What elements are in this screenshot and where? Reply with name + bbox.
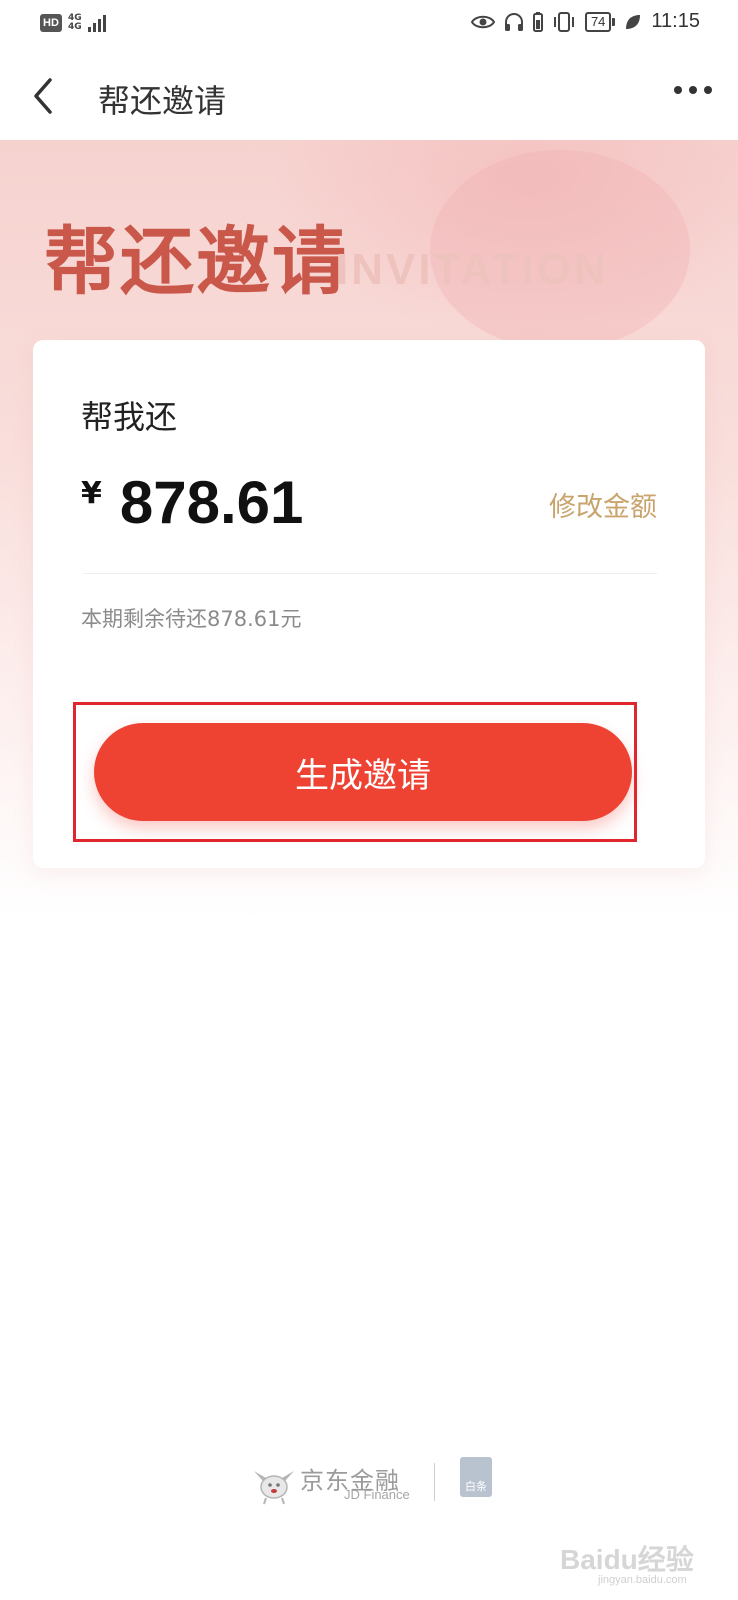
brand-name-en: JD Finance xyxy=(344,1487,410,1502)
repay-card: 帮我还 ¥ 878.61 修改金额 本期剩余待还878.61元 生成邀请 xyxy=(33,340,705,868)
hero-subtitle: INVITATION xyxy=(336,245,609,294)
modify-amount-link[interactable]: 修改金额 xyxy=(549,485,657,524)
currency-symbol: ¥ xyxy=(81,476,102,511)
back-button[interactable] xyxy=(28,74,62,118)
more-dot xyxy=(704,86,712,94)
watermark-url: jingyan.baidu.com xyxy=(598,1574,687,1586)
amount-value: 878.61 xyxy=(119,469,304,536)
watermark: Baidu经验 xyxy=(560,1544,694,1575)
more-dot xyxy=(674,86,682,94)
network-type: 4G 4G xyxy=(68,14,82,32)
headphones-icon xyxy=(504,12,523,31)
generate-invite-button[interactable]: 生成邀请 xyxy=(94,723,632,821)
jd-dog-logo-icon xyxy=(254,1471,294,1505)
hero-title: 帮还邀请 xyxy=(44,219,348,305)
battery-icon: 74 xyxy=(584,11,616,32)
nav-bar: 帮还邀请 xyxy=(0,50,738,140)
battery-level: 74 xyxy=(584,11,612,32)
phone-battery-icon xyxy=(532,11,543,32)
status-left: HD 4G 4G xyxy=(40,14,106,32)
status-time: 11:15 xyxy=(651,10,700,32)
status-right: 74 11:15 xyxy=(470,10,700,33)
card-title: 帮我还 xyxy=(81,398,178,436)
page-title: 帮还邀请 xyxy=(98,82,227,120)
footer-brand: 京东金融 JD Finance 白条 xyxy=(0,1445,738,1525)
signal-icon xyxy=(87,14,106,32)
divider xyxy=(83,573,657,574)
more-dot xyxy=(689,86,697,94)
leaf-icon xyxy=(626,14,641,29)
status-bar: HD 4G 4G 74 11:15 xyxy=(0,0,738,50)
eye-icon xyxy=(470,15,495,28)
baitiao-logo: 白条 xyxy=(460,1457,492,1497)
amount-display: ¥ 878.61 xyxy=(81,470,303,536)
network-type-2: 4G xyxy=(68,22,82,32)
footer-divider xyxy=(434,1463,435,1501)
more-button[interactable] xyxy=(674,86,712,94)
vibrate-icon xyxy=(553,11,574,32)
hd-badge: HD xyxy=(40,14,62,32)
remaining-text: 本期剩余待还878.61元 xyxy=(81,607,302,631)
